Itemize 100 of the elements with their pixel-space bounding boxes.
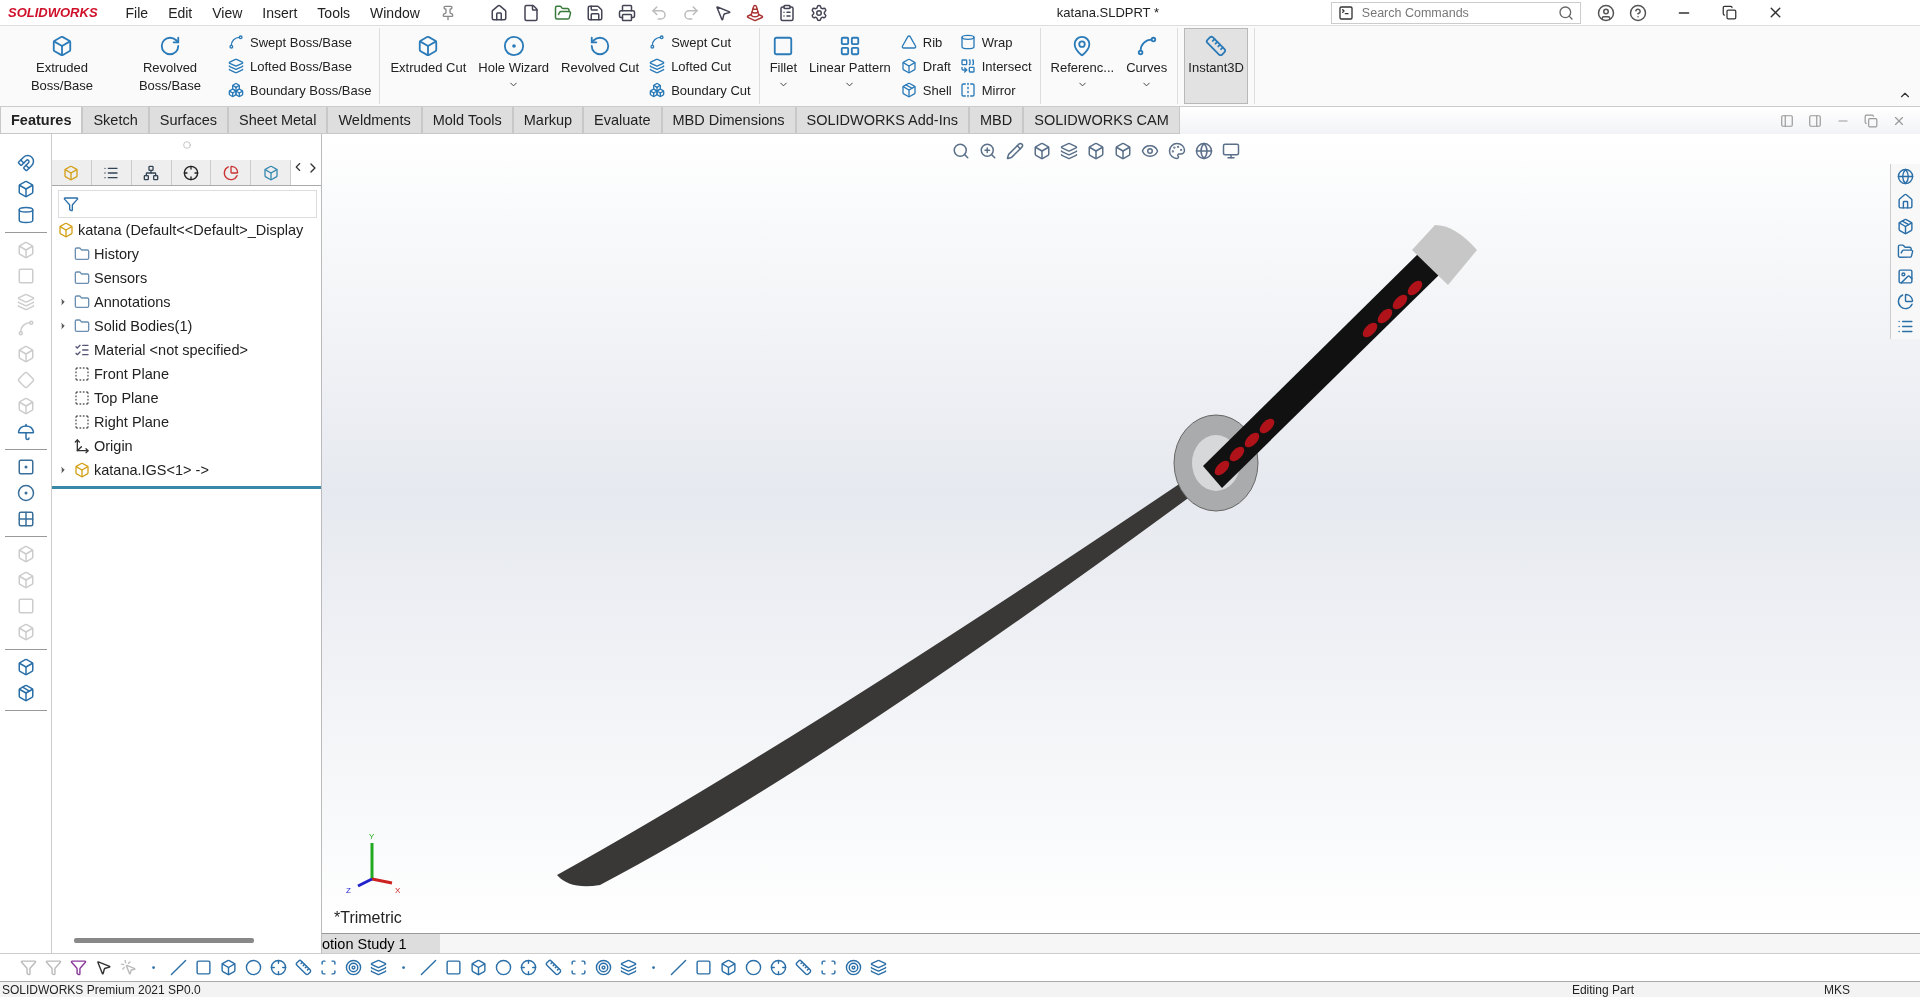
target-icon[interactable] <box>345 959 362 976</box>
umbrella-icon[interactable] <box>16 423 35 441</box>
target-icon[interactable] <box>845 959 862 976</box>
ribbon-button[interactable]: Extruded Cut <box>386 28 471 104</box>
palette-icon[interactable] <box>1168 142 1186 160</box>
tab[interactable]: Surfaces <box>148 107 229 134</box>
pencil-icon[interactable] <box>1006 142 1024 160</box>
line-icon[interactable] <box>170 959 187 976</box>
tab[interactable]: MBD Dimensions <box>661 107 796 134</box>
ribbon-button[interactable]: Swept Cut <box>647 33 753 51</box>
crosshair-icon[interactable] <box>270 959 287 976</box>
ribbon-button[interactable]: Extruded Boss/Base <box>10 28 114 104</box>
tab[interactable]: Weldments <box>327 107 422 134</box>
cube-icon[interactable] <box>220 959 237 976</box>
expand-icon[interactable] <box>58 465 68 475</box>
list-icon[interactable] <box>1897 318 1914 335</box>
filter-field[interactable] <box>58 190 317 218</box>
tab[interactable]: SOLIDWORKS CAM <box>1023 107 1180 134</box>
tab[interactable]: MBD <box>969 107 1024 134</box>
ruler-icon[interactable] <box>545 959 562 976</box>
list-icon[interactable] <box>777 3 796 22</box>
user-icon[interactable] <box>1596 3 1615 22</box>
cube-icon[interactable] <box>720 959 737 976</box>
menu-item[interactable]: Insert <box>262 4 298 21</box>
tree-item[interactable]: Solid Bodies(1) <box>94 318 193 334</box>
config-tab[interactable] <box>131 160 172 185</box>
square-icon[interactable] <box>16 458 35 476</box>
circle-icon[interactable] <box>745 959 762 976</box>
tab[interactable]: Markup <box>512 107 584 134</box>
tab[interactable]: Features <box>0 107 83 134</box>
circle-icon[interactable] <box>245 959 262 976</box>
pointer-icon[interactable] <box>713 3 732 22</box>
tree-item[interactable]: Right Plane <box>94 414 169 430</box>
tree-item[interactable]: Annotations <box>94 294 171 310</box>
menu-item[interactable]: View <box>212 4 243 21</box>
display-tab[interactable] <box>211 160 252 185</box>
ribbon-button[interactable]: Shell <box>898 81 954 99</box>
search-box[interactable]: Search Commands <box>1330 1 1581 24</box>
tree-root-label[interactable]: katana (Default<<Default>_Display <box>78 222 304 238</box>
ribbon-button[interactable]: Instant3D <box>1184 28 1248 104</box>
ribbon-button[interactable]: Boundary Cut <box>647 81 753 99</box>
property-tab[interactable] <box>91 160 132 185</box>
settings-icon[interactable] <box>809 3 828 22</box>
tab[interactable]: Sheet Metal <box>228 107 328 134</box>
layers-icon[interactable] <box>370 959 387 976</box>
ribbon-button[interactable]: Lofted Boss/Base <box>226 57 374 75</box>
line-icon[interactable] <box>670 959 687 976</box>
search-field[interactable]: Search Commands <box>1359 4 1552 21</box>
circle-icon[interactable] <box>16 484 35 502</box>
tree-item[interactable]: Sensors <box>94 270 148 286</box>
monitor-icon[interactable] <box>1222 142 1240 160</box>
menu-item[interactable]: Edit <box>168 4 193 21</box>
zoom-icon[interactable] <box>952 142 970 160</box>
expand-icon[interactable] <box>58 297 68 307</box>
magnet-icon[interactable] <box>16 154 35 172</box>
square-icon[interactable] <box>695 959 712 976</box>
home-icon[interactable] <box>1897 193 1914 210</box>
ribbon-button[interactable]: Linear Pattern <box>805 28 895 104</box>
home-icon[interactable] <box>489 3 508 22</box>
cube-icon[interactable] <box>1033 142 1051 160</box>
eye-icon[interactable] <box>1141 142 1159 160</box>
dimxpert-tab[interactable] <box>171 160 212 185</box>
crosshair-icon[interactable] <box>770 959 787 976</box>
cylinder-icon[interactable] <box>16 206 35 224</box>
square-icon[interactable] <box>195 959 212 976</box>
cube-icon[interactable] <box>470 959 487 976</box>
folder-icon[interactable] <box>1897 243 1914 260</box>
layers-icon[interactable] <box>620 959 637 976</box>
line-icon[interactable] <box>420 959 437 976</box>
ribbon-button[interactable]: Swept Boss/Base <box>226 33 374 51</box>
save-icon[interactable] <box>585 3 604 22</box>
ribbon-button[interactable]: Wrap <box>957 33 1034 51</box>
ribbon-button[interactable]: Draft <box>898 57 954 75</box>
restore-icon[interactable] <box>1722 5 1738 20</box>
tab[interactable]: Evaluate <box>583 107 662 134</box>
ribbon-button[interactable]: Mirror <box>957 81 1034 99</box>
ribbon-button[interactable]: Referenc... <box>1046 28 1119 104</box>
ribbon-button[interactable]: Lofted Cut <box>647 57 753 75</box>
ribbon-button[interactable]: Hole Wizard <box>474 28 554 104</box>
target-icon[interactable] <box>595 959 612 976</box>
zoom-in-icon[interactable] <box>979 142 997 160</box>
expand-icon[interactable] <box>58 321 68 331</box>
new-file-icon[interactable] <box>521 3 540 22</box>
ribbon-button[interactable]: Fillet <box>765 28 802 104</box>
menu-item[interactable]: Window <box>370 4 420 21</box>
scan-icon[interactable] <box>570 959 587 976</box>
ribbon-button[interactable]: Revolved Cut <box>557 28 644 104</box>
package-icon[interactable] <box>1897 218 1914 235</box>
drag-handle-icon[interactable] <box>182 141 191 149</box>
crosshair-icon[interactable] <box>520 959 537 976</box>
scan-icon[interactable] <box>820 959 837 976</box>
layers-icon[interactable] <box>1060 142 1078 160</box>
pie-icon[interactable] <box>1897 293 1914 310</box>
cube-icon[interactable] <box>16 658 35 676</box>
image-icon[interactable] <box>1897 268 1914 285</box>
circle-icon[interactable] <box>495 959 512 976</box>
help-icon[interactable] <box>1628 3 1647 22</box>
tree-item[interactable]: History <box>94 246 140 262</box>
filter-icon[interactable] <box>70 959 87 976</box>
tree-item[interactable]: Material <not specified> <box>94 342 248 358</box>
